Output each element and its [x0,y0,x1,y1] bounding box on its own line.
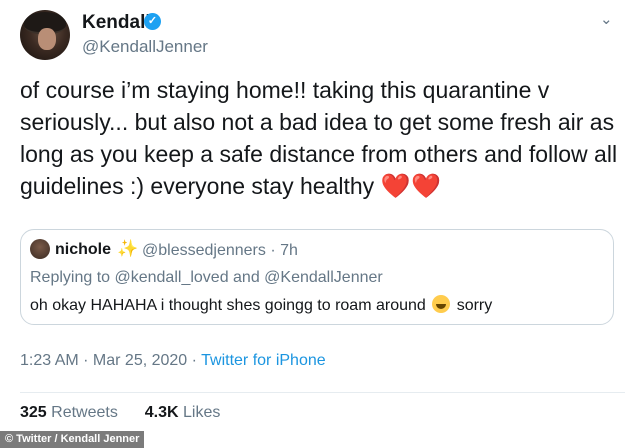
divider [20,392,625,393]
sparkles-emoji: ✨ [117,239,139,258]
quoted-reply-line: Replying to @kendall_loved and @KendallJ… [30,269,383,286]
tweet-source[interactable]: Twitter for iPhone [201,352,326,369]
likes-count[interactable]: 4.3K [145,404,179,421]
user-handle[interactable]: @KendallJenner [82,37,208,57]
profile-avatar[interactable] [20,10,70,60]
photo-credit: © Twitter / Kendall Jenner [0,431,145,448]
tweet-text: of course i’m staying home!! taking this… [20,74,625,203]
tweet-time[interactable]: 1:23 AM [20,352,79,369]
quoted-display-name: nichole [55,241,112,258]
avatar-face [38,28,56,50]
retweets-count[interactable]: 325 [20,404,47,421]
quoted-age: 7h [280,242,298,259]
chevron-down-icon[interactable]: ⌄ [600,10,613,28]
retweets-label[interactable]: Retweets [51,404,118,421]
heart-emoji: ❤️❤️ [380,173,443,200]
quoted-avatar [30,239,50,259]
tweet-meta: 1:23 AM · Mar 25, 2020 · Twitter for iPh… [20,352,326,369]
quoted-handle: @blessedjenners · 7h [142,242,298,259]
display-name[interactable]: Kendall [82,12,151,34]
quoted-tweet[interactable]: nichole ✨ @blessedjenners · 7h Replying … [20,229,614,325]
tweet-body: of course i’m staying home!! taking this… [20,77,618,199]
quoted-text-after: sorry [456,297,493,314]
tears-of-joy-emoji [432,295,451,313]
tweet-stats: 325 Retweets 4.3K Likes [20,404,220,422]
quoted-handle-text: @blessedjenners [142,242,266,259]
likes-label[interactable]: Likes [183,404,220,421]
quoted-text-before: oh okay HAHAHA i thought shes goingg to … [30,297,426,314]
quoted-text: oh okay HAHAHA i thought shes goingg to … [30,295,492,315]
tweet-date[interactable]: Mar 25, 2020 [93,352,187,369]
verified-badge-icon: ✓ [144,13,161,30]
